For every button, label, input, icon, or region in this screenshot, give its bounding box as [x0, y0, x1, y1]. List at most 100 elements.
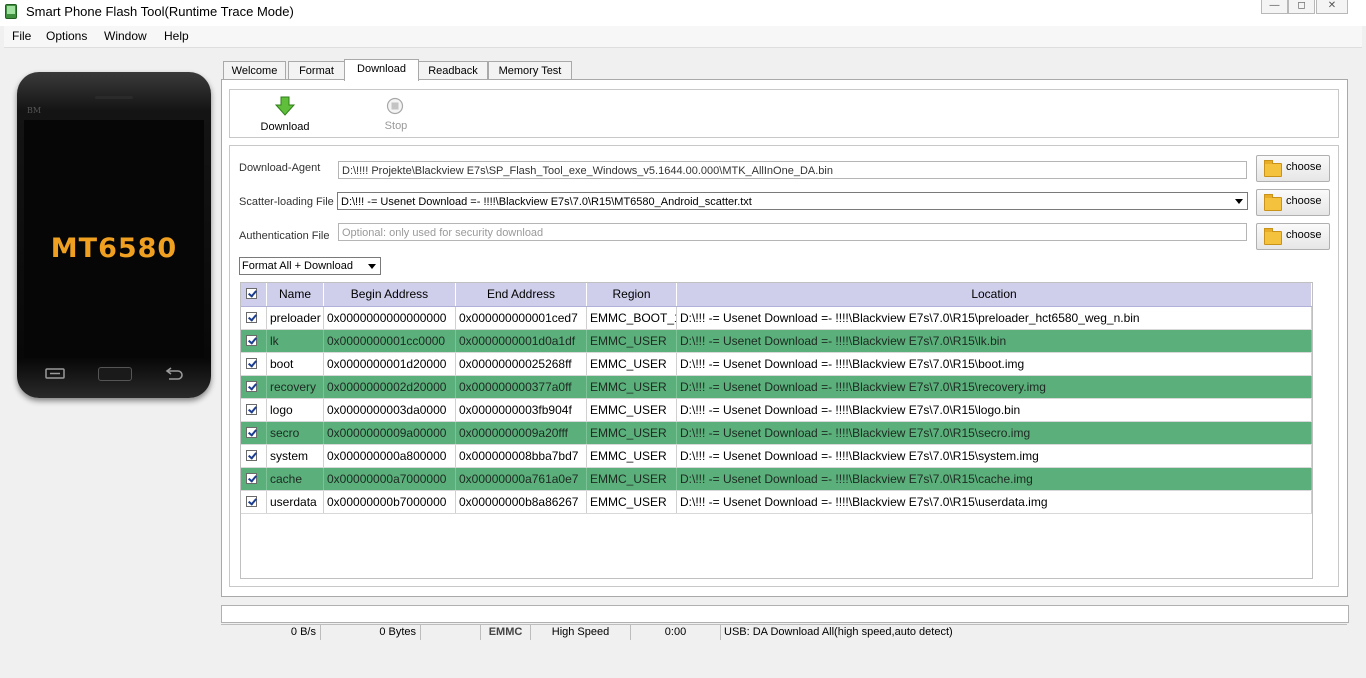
status-bar: 0 B/s 0 Bytes EMMC High Speed 0:00 USB: …: [221, 624, 1347, 640]
close-button[interactable]: ✕: [1316, 0, 1348, 14]
row-name: system: [267, 445, 324, 467]
table-row[interactable]: secro 0x0000000009a00000 0x0000000009a20ff…: [241, 422, 1312, 445]
partition-table: Name Begin Address End Address Region Lo…: [240, 282, 1313, 579]
row-checkbox-cell[interactable]: [241, 491, 267, 513]
row-end-address: 0x0000000003fb904f: [456, 399, 587, 421]
tab-welcome[interactable]: Welcome: [223, 61, 286, 80]
table-row[interactable]: system 0x000000000a800000 0x000000008bba7b…: [241, 445, 1312, 468]
row-checkbox[interactable]: [246, 381, 257, 392]
download-mode-select[interactable]: Format All + Download: [239, 257, 381, 275]
row-checkbox-cell[interactable]: [241, 399, 267, 421]
tab-format[interactable]: Format: [288, 61, 345, 80]
row-region: EMMC_USER: [587, 376, 677, 398]
row-location: D:\!!! -= Usenet Download =- !!!!\Blackv…: [677, 307, 1312, 329]
row-checkbox-cell[interactable]: [241, 468, 267, 490]
tab-readback[interactable]: Readback: [418, 61, 488, 80]
row-location: D:\!!! -= Usenet Download =- !!!!\Blackv…: [677, 399, 1312, 421]
row-begin-address: 0x0000000001cc0000: [324, 330, 456, 352]
choose-download-agent-button[interactable]: choose: [1256, 155, 1330, 182]
row-checkbox[interactable]: [246, 427, 257, 438]
phone-model-label: MT6580: [50, 233, 178, 264]
download-arrow-icon[interactable]: [275, 96, 295, 118]
row-checkbox-cell[interactable]: [241, 307, 267, 329]
stop-button[interactable]: Stop: [366, 120, 426, 132]
row-region: EMMC_USER: [587, 445, 677, 467]
table-header: Name Begin Address End Address Region Lo…: [241, 283, 1312, 307]
folder-icon: [1264, 194, 1282, 211]
row-checkbox-cell[interactable]: [241, 353, 267, 375]
row-checkbox[interactable]: [246, 496, 257, 507]
choose-label: choose: [1286, 195, 1322, 207]
table-row[interactable]: preloader 0x0000000000000000 0x00000000000…: [241, 307, 1312, 330]
row-checkbox-cell[interactable]: [241, 330, 267, 352]
table-row[interactable]: boot 0x0000000001d20000 0x00000000025268ff…: [241, 353, 1312, 376]
row-begin-address: 0x0000000002d20000: [324, 376, 456, 398]
table-row[interactable]: lk 0x0000000001cc0000 0x0000000001d0a1df EM…: [241, 330, 1312, 353]
menu-file[interactable]: File: [12, 29, 31, 43]
download-button[interactable]: Download: [252, 121, 318, 133]
row-region: EMMC_USER: [587, 330, 677, 352]
choose-scatter-file-button[interactable]: choose: [1256, 189, 1330, 216]
table-row[interactable]: logo 0x0000000003da0000 0x0000000003fb904f…: [241, 399, 1312, 422]
app-icon: [5, 4, 17, 19]
row-checkbox[interactable]: [246, 335, 257, 346]
table-row[interactable]: recovery 0x0000000002d20000 0x000000000377…: [241, 376, 1312, 399]
row-checkbox[interactable]: [246, 358, 257, 369]
row-region: EMMC_BOOT_1: [587, 307, 677, 329]
chevron-down-icon[interactable]: [1235, 199, 1243, 204]
row-name: recovery: [267, 376, 324, 398]
row-begin-address: 0x0000000009a00000: [324, 422, 456, 444]
row-begin-address: 0x00000000b7000000: [324, 491, 456, 513]
folder-icon: [1264, 160, 1282, 177]
row-region: EMMC_USER: [587, 491, 677, 513]
row-checkbox[interactable]: [246, 312, 257, 323]
status-speed: 0 B/s: [221, 625, 321, 640]
status-message: USB: DA Download All(high speed,auto det…: [724, 626, 953, 638]
scatter-file-value: D:\!!! -= Usenet Download =- !!!!\Blackv…: [341, 196, 752, 208]
tab-memory-test[interactable]: Memory Test: [488, 61, 572, 80]
scatter-file-label: Scatter-loading File: [239, 196, 334, 208]
select-all-checkbox[interactable]: [246, 288, 257, 299]
minimize-button[interactable]: —: [1261, 0, 1288, 14]
row-name: boot: [267, 353, 324, 375]
row-location: D:\!!! -= Usenet Download =- !!!!\Blackv…: [677, 491, 1312, 513]
row-name: secro: [267, 422, 324, 444]
column-end-address: End Address: [456, 283, 587, 306]
download-mode-value: Format All + Download: [242, 260, 353, 272]
chevron-down-icon[interactable]: [368, 264, 376, 269]
choose-auth-file-button[interactable]: choose: [1256, 223, 1330, 250]
row-checkbox[interactable]: [246, 473, 257, 484]
download-agent-field[interactable]: D:\!!!! Projekte\Blackview E7s\SP_Flash_…: [338, 161, 1247, 179]
menu-window[interactable]: Window: [104, 29, 147, 43]
row-checkbox-cell[interactable]: [241, 376, 267, 398]
row-checkbox-cell[interactable]: [241, 445, 267, 467]
table-row[interactable]: userdata 0x00000000b7000000 0x00000000b8a8…: [241, 491, 1312, 514]
row-end-address: 0x0000000001d0a1df: [456, 330, 587, 352]
status-bytes: 0 Bytes: [321, 625, 421, 640]
select-all-header[interactable]: [241, 283, 267, 306]
row-end-address: 0x000000008bba7bd7: [456, 445, 587, 467]
title-bar: Smart Phone Flash Tool(Runtime Trace Mod…: [0, 0, 1366, 26]
scatter-file-select[interactable]: D:\!!! -= Usenet Download =- !!!!\Blackv…: [337, 192, 1248, 210]
folder-icon: [1264, 228, 1282, 245]
table-row[interactable]: cache 0x00000000a7000000 0x00000000a761a0e…: [241, 468, 1312, 491]
auth-file-field[interactable]: Optional: only used for security downloa…: [338, 223, 1247, 241]
row-location: D:\!!! -= Usenet Download =- !!!!\Blackv…: [677, 468, 1312, 490]
row-end-address: 0x00000000025268ff: [456, 353, 587, 375]
row-region: EMMC_USER: [587, 399, 677, 421]
row-checkbox-cell[interactable]: [241, 422, 267, 444]
stop-icon[interactable]: [386, 97, 404, 115]
row-begin-address: 0x000000000a800000: [324, 445, 456, 467]
row-begin-address: 0x0000000000000000: [324, 307, 456, 329]
choose-label: choose: [1286, 161, 1322, 173]
restore-button[interactable]: ◻: [1288, 0, 1315, 14]
menu-help[interactable]: Help: [164, 29, 189, 43]
menu-options[interactable]: Options: [46, 29, 87, 43]
row-end-address: 0x00000000a761a0e7: [456, 468, 587, 490]
row-begin-address: 0x0000000003da0000: [324, 399, 456, 421]
row-checkbox[interactable]: [246, 450, 257, 461]
row-name: userdata: [267, 491, 324, 513]
column-region: Region: [587, 283, 677, 306]
tab-download[interactable]: Download: [344, 59, 419, 81]
row-checkbox[interactable]: [246, 404, 257, 415]
